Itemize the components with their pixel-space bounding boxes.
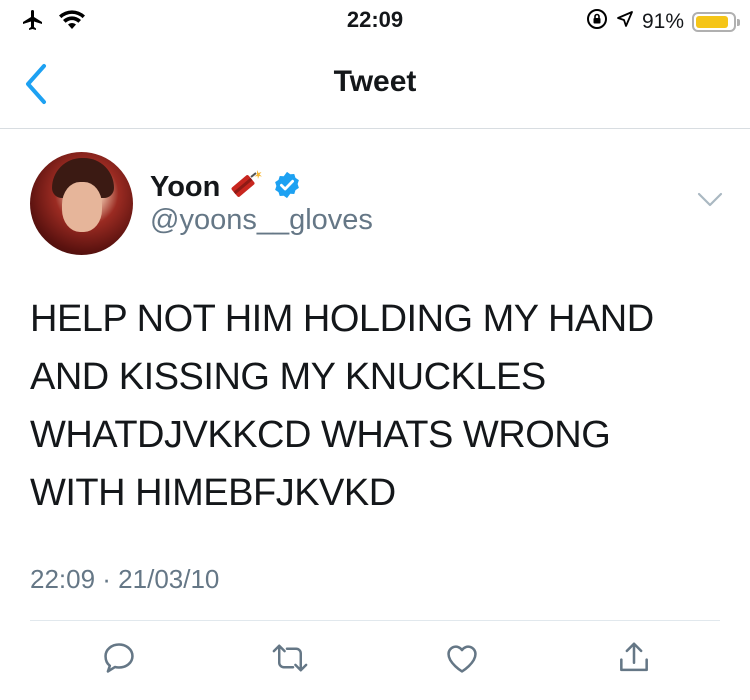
like-button[interactable] <box>440 638 484 682</box>
reply-button[interactable] <box>97 638 141 682</box>
avatar-face <box>62 182 102 232</box>
tweet-text: HELP NOT HIM HOLDING MY HAND AND KISSING… <box>30 290 720 522</box>
like-icon <box>443 639 481 682</box>
tweet-line: HELP NOT HIM HOLDING MY HAND <box>30 298 654 340</box>
page-title: Tweet <box>333 65 417 98</box>
status-right: 91% <box>586 8 740 36</box>
battery-percent: 91% <box>641 10 684 33</box>
divider <box>30 620 720 621</box>
nav-header: Tweet <box>0 40 750 129</box>
retweet-button[interactable] <box>268 638 312 682</box>
reply-icon <box>100 639 138 682</box>
author-row: Yoon <box>150 168 302 207</box>
orientation-lock-icon <box>586 8 608 36</box>
author-name[interactable]: Yoon <box>150 171 220 204</box>
more-options-button[interactable] <box>695 188 725 212</box>
battery-fill <box>696 16 729 28</box>
firecracker-icon <box>228 168 264 207</box>
retweet-icon <box>270 639 310 682</box>
tweet-line: WHATDJVKKCD WHATS WRONG <box>30 414 611 456</box>
tweet-line: AND KISSING MY KNUCKLES <box>30 356 546 398</box>
status-bar: 22:09 91% <box>0 0 750 40</box>
location-icon <box>616 10 634 34</box>
verified-badge-icon <box>272 170 302 205</box>
avatar[interactable] <box>30 152 133 255</box>
tweet-line: WITH HIMEBFJKVKD <box>30 472 396 514</box>
share-button[interactable] <box>612 638 656 682</box>
chevron-down-icon <box>695 192 725 216</box>
action-bar <box>0 638 750 688</box>
share-icon <box>615 639 653 682</box>
battery-icon <box>692 12 740 32</box>
tweet-timestamp: 22:09 · 21/03/10 <box>30 564 220 594</box>
author-handle[interactable]: @yoons__gloves <box>150 204 373 237</box>
